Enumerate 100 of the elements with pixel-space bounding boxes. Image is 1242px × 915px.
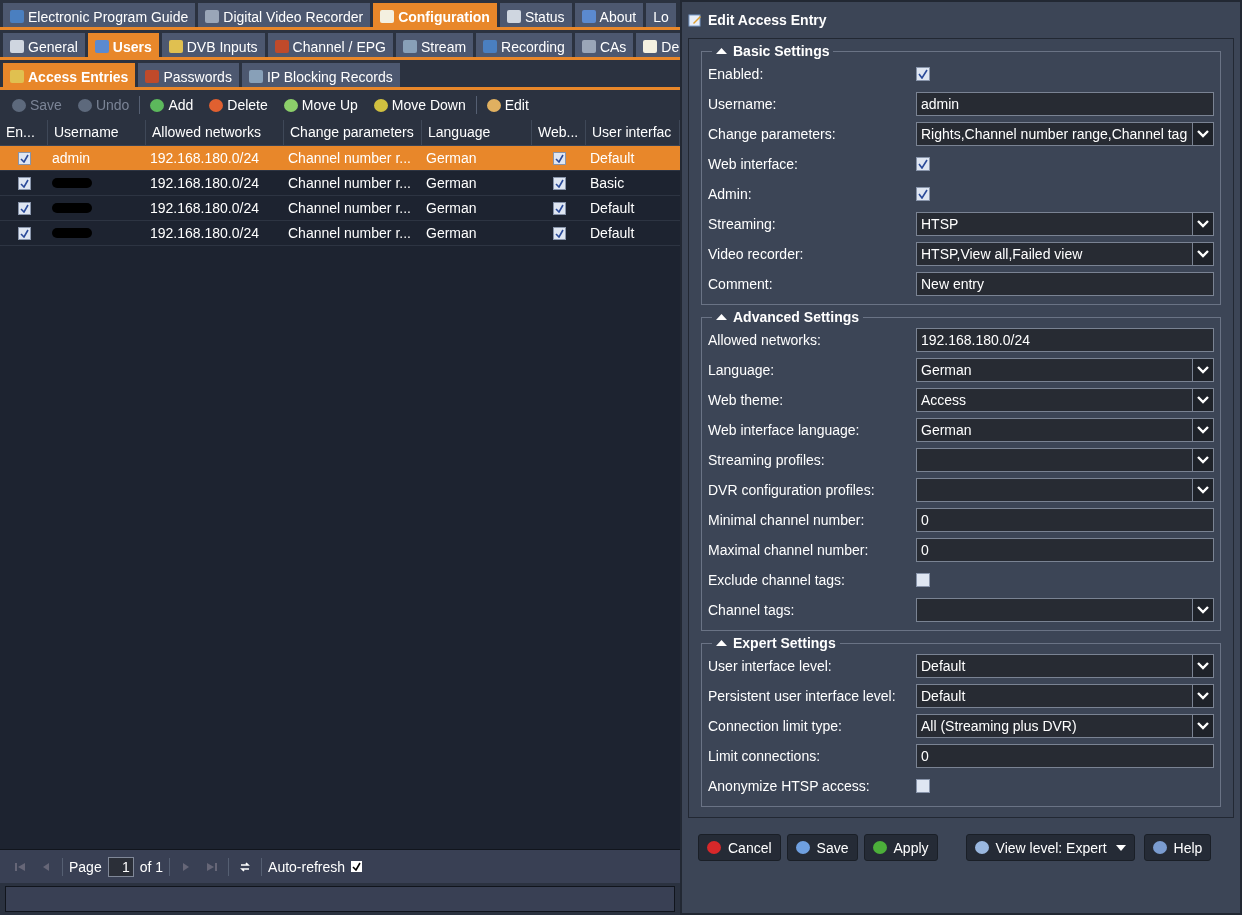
button-icon: [974, 841, 989, 854]
table-cell-text: Default: [590, 149, 635, 168]
field-label: Comment:: [708, 276, 774, 292]
text-field[interactable]: 0: [916, 508, 1214, 532]
collapse-icon: [716, 47, 727, 55]
column-header[interactable]: Change parameters: [284, 120, 422, 145]
dropdown-field[interactable]: [916, 478, 1214, 502]
table-row[interactable]: 192.168.180.0/24 Channel number r... German Default: [0, 221, 680, 246]
tab-icon: [94, 40, 109, 53]
field-label: Web theme:: [708, 392, 785, 408]
text-field[interactable]: admin: [916, 92, 1214, 116]
field-label: Web interface language:: [708, 422, 861, 438]
page-label: Page: [69, 858, 102, 875]
dropdown-field[interactable]: Access: [916, 388, 1214, 412]
tab-icon: [248, 70, 263, 83]
text-field[interactable]: 0: [916, 744, 1214, 768]
table-row[interactable]: 192.168.180.0/24 Channel number r... German Basic: [0, 171, 680, 196]
toolbar-button[interactable]: Move Down: [367, 95, 472, 115]
section-toggle[interactable]: Expert Settings: [712, 635, 840, 651]
button-icon: [872, 841, 887, 854]
column-header[interactable]: Web...: [532, 120, 586, 145]
table-cell-text: Default: [590, 199, 635, 218]
edit-icon: [688, 13, 702, 27]
section-toggle[interactable]: Advanced Settings: [712, 309, 864, 325]
field-label: Enabled:: [708, 66, 765, 82]
dialog-button[interactable]: Help: [1143, 834, 1212, 861]
section-tab[interactable]: Stream: [395, 33, 474, 57]
dialog-button[interactable]: Save: [786, 834, 858, 861]
toolbar-icon: [77, 98, 92, 112]
section-tab[interactable]: DVB Inputs: [161, 33, 265, 57]
checkbox[interactable]: [916, 67, 930, 81]
column-header[interactable]: En...: [0, 120, 48, 145]
dropdown-field[interactable]: HTSP,View all,Failed view: [916, 242, 1214, 266]
text-field[interactable]: 0: [916, 538, 1214, 562]
page-count: of 1: [139, 858, 164, 875]
tab-icon: [643, 40, 658, 53]
tab-icon: [10, 70, 24, 83]
dropdown-field[interactable]: Rights,Channel number range,Channel tag: [916, 122, 1214, 146]
tab-icon: [10, 10, 24, 23]
table-cell-text: Channel number r...: [288, 224, 411, 243]
toolbar-button[interactable]: Add: [144, 95, 200, 115]
main-tab[interactable]: About: [574, 3, 644, 27]
field-label: Language:: [708, 362, 776, 378]
section-tab[interactable]: CAs: [574, 33, 634, 57]
auto-refresh-checkbox[interactable]: [351, 861, 363, 872]
dropdown-field[interactable]: Default: [916, 654, 1214, 678]
field-label: Change parameters:: [708, 126, 837, 142]
table-cell-text: Channel number r...: [288, 174, 411, 193]
dropdown-field[interactable]: [916, 598, 1214, 622]
page-input[interactable]: 1: [107, 856, 134, 877]
field-label: Exclude channel tags:: [708, 572, 846, 588]
table-cell-text: Basic: [590, 174, 625, 193]
text-field[interactable]: New entry: [916, 272, 1214, 296]
main-tab[interactable]: Digital Video Recorder: [198, 3, 371, 27]
table-cell-text: 192.168.180.0/24: [150, 174, 259, 193]
checkbox[interactable]: [916, 779, 930, 793]
dropdown-field[interactable]: HTSP: [916, 212, 1214, 236]
section-tab[interactable]: Channel / EPG: [267, 33, 393, 57]
toolbar-icon: [12, 98, 26, 112]
field-label: Allowed networks:: [708, 332, 822, 348]
field-label: Maximal channel number:: [708, 542, 870, 558]
dropdown-field[interactable]: German: [916, 418, 1214, 442]
column-header[interactable]: Allowed networks: [146, 120, 284, 145]
table-row[interactable]: 192.168.180.0/24 Channel number r... German Default: [0, 196, 680, 221]
section-tab[interactable]: General: [3, 33, 85, 57]
main-tab[interactable]: Electronic Program Guide: [3, 3, 196, 27]
toolbar-button[interactable]: Delete: [203, 95, 274, 115]
checkbox[interactable]: [916, 187, 930, 201]
dropdown-field[interactable]: All (Streaming plus DVR): [916, 714, 1214, 738]
checkbox[interactable]: [916, 157, 930, 171]
toolbar-button[interactable]: Move Up: [277, 95, 364, 115]
main-tab[interactable]: Status: [499, 3, 572, 27]
field-label: Persistent user interface level:: [708, 688, 897, 704]
toolbar-button[interactable]: Edit: [480, 95, 535, 115]
table-cell-text: Channel number r...: [288, 199, 411, 218]
tab-icon: [506, 10, 521, 23]
section-tab[interactable]: De: [636, 33, 680, 57]
dropdown-field[interactable]: [916, 448, 1214, 472]
table-cell-text: admin: [52, 149, 91, 168]
tab-icon: [402, 40, 417, 53]
text-field[interactable]: 192.168.180.0/24: [916, 328, 1214, 352]
table-cell-text: German: [426, 149, 477, 168]
dialog-button[interactable]: View level: Expert: [965, 834, 1135, 861]
subsection-tab[interactable]: Passwords: [138, 63, 239, 87]
column-header[interactable]: Username: [48, 120, 146, 145]
column-header[interactable]: Language: [422, 120, 532, 145]
dropdown-field[interactable]: Default: [916, 684, 1214, 708]
field-label: Web interface:: [708, 156, 799, 172]
dropdown-field[interactable]: German: [916, 358, 1214, 382]
section-toggle[interactable]: Basic Settings: [712, 43, 834, 59]
checkbox[interactable]: [916, 573, 930, 587]
toolbar-icon: [373, 98, 388, 112]
field-label: Anonymize HTSP access:: [708, 778, 871, 794]
section-tab[interactable]: Recording: [476, 33, 572, 57]
main-tab[interactable]: Lo: [646, 3, 676, 27]
table-cell-text: 192.168.180.0/24: [150, 224, 259, 243]
dialog-button[interactable]: Apply: [863, 834, 938, 861]
subsection-tab[interactable]: IP Blocking Records: [241, 63, 400, 87]
dialog-button[interactable]: Cancel: [698, 834, 781, 861]
dialog-title: Edit Access Entry: [708, 12, 827, 28]
